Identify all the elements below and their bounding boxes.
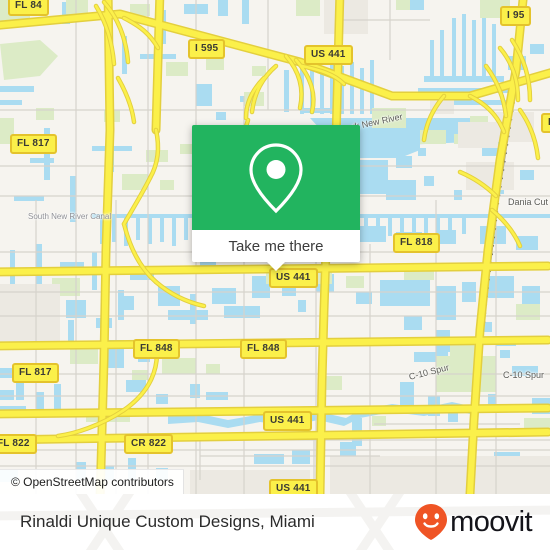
- popup-footer[interactable]: Take me there: [192, 230, 360, 262]
- map-label-c10-spur-b: C-10 Spur: [503, 370, 545, 380]
- moovit-smiling-pin-logo: [415, 504, 448, 540]
- footer-bar: Rinaldi Unique Custom Designs, Miami moo…: [0, 494, 550, 550]
- shield-fl-817-top[interactable]: FL 817: [10, 134, 57, 154]
- shield-fl-818[interactable]: FL 818: [393, 233, 440, 253]
- shield-i-95-top[interactable]: I 95: [500, 6, 532, 26]
- shield-us-441-mid[interactable]: US 441: [269, 268, 318, 288]
- shield-fl-848-b[interactable]: FL 848: [240, 339, 287, 359]
- popup-pointer-tail: [267, 262, 285, 271]
- osm-attribution[interactable]: © OpenStreetMap contributors: [0, 469, 184, 494]
- moovit-brand[interactable]: moovit: [414, 503, 533, 541]
- shield-fl-822[interactable]: FL 822: [0, 434, 37, 454]
- shield-i-95-right[interactable]: I 95: [541, 113, 550, 133]
- take-me-there-label: Take me there: [228, 237, 324, 255]
- osm-attribution-text: © OpenStreetMap contributors: [11, 475, 174, 489]
- shield-cr-822[interactable]: CR 822: [124, 434, 174, 454]
- moovit-wordmark: moovit: [450, 505, 532, 538]
- shield-us-441-top[interactable]: US 441: [304, 45, 353, 65]
- popup-header: [192, 125, 360, 230]
- shield-fl-848-a[interactable]: FL 848: [133, 339, 180, 359]
- shield-us-441-low[interactable]: US 441: [263, 411, 312, 431]
- map-label-south-new-river-canal: South New River Canal: [28, 212, 112, 221]
- map-screenshot: rk New River Dania Cut South New River C…: [0, 0, 550, 550]
- location-popup-card[interactable]: Take me there: [192, 125, 360, 271]
- shield-fl-817-low[interactable]: FL 817: [12, 363, 59, 383]
- place-title: Rinaldi Unique Custom Designs, Miami: [20, 512, 315, 531]
- map-canvas[interactable]: rk New River Dania Cut South New River C…: [0, 0, 550, 494]
- map-label-dania-cut: Dania Cut: [508, 197, 549, 207]
- shield-i-595[interactable]: I 595: [188, 39, 226, 59]
- map-pin-icon: [249, 142, 303, 213]
- shield-us-441-bottom[interactable]: US 441: [269, 479, 318, 494]
- shield-fl-84[interactable]: FL 84: [8, 0, 49, 16]
